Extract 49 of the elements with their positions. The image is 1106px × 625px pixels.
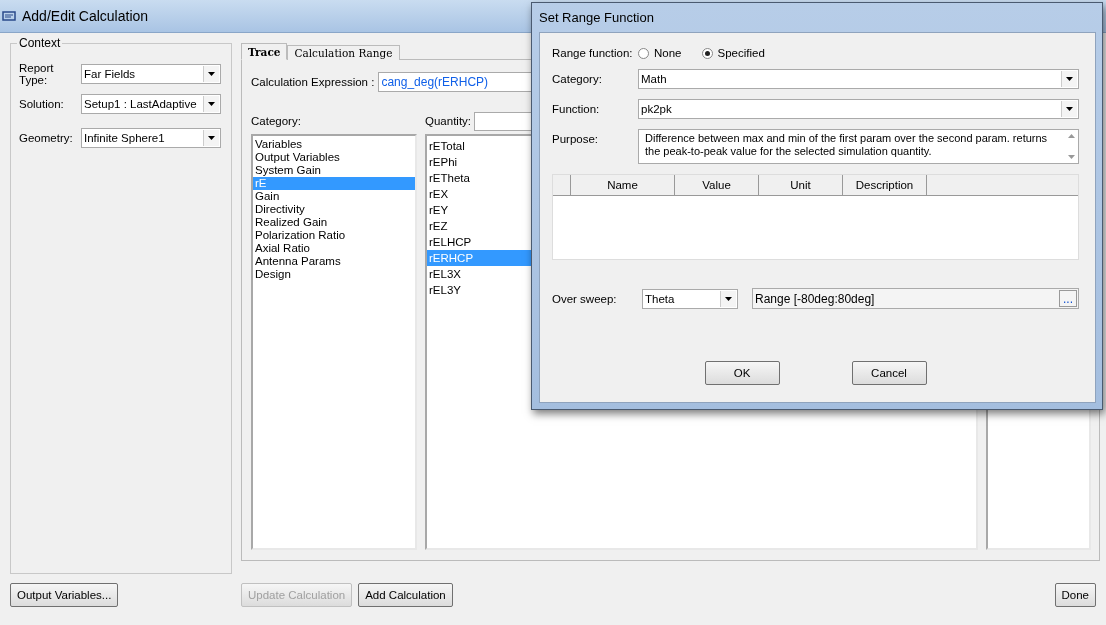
field-label: Function:: [552, 103, 601, 115]
expression-label: Calculation Expression :: [251, 76, 375, 88]
list-item[interactable]: Axial Ratio: [253, 242, 415, 255]
tab[interactable]: Calculation Range: [287, 45, 400, 60]
dropdown-field[interactable]: Math: [638, 69, 1079, 89]
column-header[interactable]: Value: [675, 175, 759, 195]
field-label: Solution:: [19, 98, 65, 110]
output-variables-button[interactable]: Output Variables...: [10, 583, 119, 607]
window-title: Add/Edit Calculation: [22, 8, 149, 24]
list-item[interactable]: System Gain: [253, 164, 415, 177]
list-item[interactable]: Variables: [253, 138, 415, 151]
range-field[interactable]: Range [-80deg:80deg] ...: [752, 288, 1079, 309]
radio-label: Specified: [717, 47, 765, 59]
list-item[interactable]: Design: [253, 268, 415, 281]
purpose-text: Difference between max and min of the first param over the second param. returns the peak-to-peak value for the selected simulation quantity.: [644, 131, 1049, 159]
field-label: Over sweep:: [552, 292, 618, 305]
field-label: Report Type:: [19, 62, 55, 86]
field-label: Geometry:: [19, 132, 74, 144]
dropdown-field[interactable]: pk2pk: [638, 99, 1079, 119]
field-label: Category:: [552, 73, 603, 85]
cancel-button[interactable]: Cancel: [851, 361, 927, 385]
add-calculation-button[interactable]: Add Calculation: [358, 583, 453, 607]
list-item[interactable]: Directivity: [253, 203, 415, 216]
radio-label: None: [654, 47, 682, 59]
field-label: Purpose:: [552, 132, 600, 145]
column-header[interactable]: Description: [843, 175, 927, 195]
done-button[interactable]: Done: [1054, 583, 1096, 607]
radio-button[interactable]: [638, 47, 649, 59]
list-item[interactable]: Antenna Params: [253, 255, 415, 268]
dropdown-field[interactable]: Far Fields: [81, 64, 221, 84]
app-icon: [2, 10, 16, 22]
tab[interactable]: Trace: [241, 43, 288, 60]
list-item[interactable]: Polarization Ratio: [253, 229, 415, 242]
dropdown-field[interactable]: Setup1 : LastAdaptive: [81, 94, 221, 114]
group-title: Context: [17, 36, 63, 50]
column-header[interactable]: Unit: [759, 175, 843, 195]
list-item[interactable]: Output Variables: [253, 151, 415, 164]
radio-button[interactable]: [701, 47, 713, 59]
column-header[interactable]: Name: [571, 175, 675, 195]
category-label: Category:: [251, 115, 301, 127]
ok-button[interactable]: OK: [704, 361, 780, 385]
dialog-title: Set Range Function: [539, 10, 654, 25]
list-item[interactable]: Realized Gain: [253, 216, 415, 229]
list-item[interactable]: Gain: [253, 190, 415, 203]
quantity-label: Quantity:: [425, 115, 472, 127]
dropdown-field[interactable]: Theta: [642, 288, 738, 309]
browse-button[interactable]: ...: [1059, 290, 1077, 307]
dropdown-field[interactable]: Infinite Sphere1: [81, 128, 221, 148]
field-label: Range function:: [552, 47, 634, 59]
